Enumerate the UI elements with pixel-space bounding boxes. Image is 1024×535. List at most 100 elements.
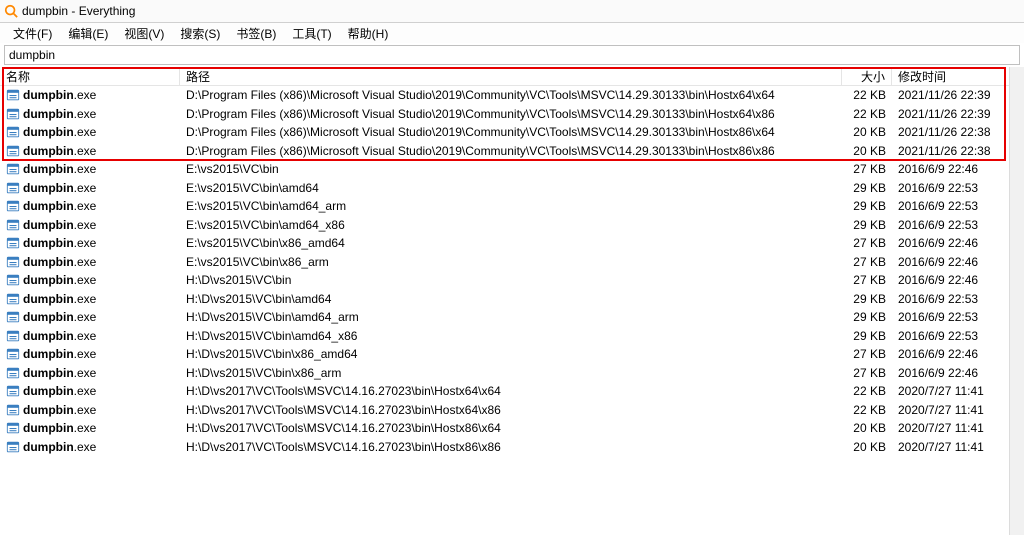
menu-bookmarks[interactable]: 书签(B) <box>229 24 283 43</box>
path-cell: E:\vs2015\VC\bin <box>180 162 842 176</box>
table-row[interactable]: dumpbin.exeE:\vs2015\VC\bin27 KB2016/6/9… <box>0 160 1024 179</box>
table-row[interactable]: dumpbin.exeD:\Program Files (x86)\Micros… <box>0 142 1024 161</box>
path-cell: H:\D\vs2015\VC\bin\x86_amd64 <box>180 347 842 361</box>
size-cell: 20 KB <box>842 144 892 158</box>
table-row[interactable]: dumpbin.exeE:\vs2015\VC\bin\x86_arm27 KB… <box>0 253 1024 272</box>
file-name-cell[interactable]: dumpbin.exe <box>0 292 180 306</box>
size-cell: 27 KB <box>842 236 892 250</box>
column-header-name[interactable]: 名称 <box>0 68 180 85</box>
exe-file-icon <box>6 403 20 417</box>
file-name-match: dumpbin <box>23 144 74 158</box>
date-cell: 2016/6/9 22:53 <box>892 292 1024 306</box>
table-row[interactable]: dumpbin.exeD:\Program Files (x86)\Micros… <box>0 123 1024 142</box>
file-name-match: dumpbin <box>23 125 74 139</box>
exe-file-icon <box>6 107 20 121</box>
file-name-cell[interactable]: dumpbin.exe <box>0 403 180 417</box>
table-row[interactable]: dumpbin.exeE:\vs2015\VC\bin\amd64_x8629 … <box>0 216 1024 235</box>
file-name-cell[interactable]: dumpbin.exe <box>0 366 180 380</box>
exe-file-icon <box>6 125 20 139</box>
exe-file-icon <box>6 218 20 232</box>
file-name-ext: .exe <box>74 236 97 250</box>
table-row[interactable]: dumpbin.exeE:\vs2015\VC\bin\x86_amd6427 … <box>0 234 1024 253</box>
file-name-cell[interactable]: dumpbin.exe <box>0 88 180 102</box>
vertical-scrollbar[interactable] <box>1009 67 1024 535</box>
table-row[interactable]: dumpbin.exeH:\D\vs2015\VC\bin\amd64_arm2… <box>0 308 1024 327</box>
file-name-match: dumpbin <box>23 255 74 269</box>
file-name-cell[interactable]: dumpbin.exe <box>0 384 180 398</box>
file-name-match: dumpbin <box>23 366 74 380</box>
column-header-date[interactable]: 修改时间 <box>892 68 1024 85</box>
file-name-cell[interactable]: dumpbin.exe <box>0 144 180 158</box>
file-name-cell[interactable]: dumpbin.exe <box>0 255 180 269</box>
path-cell: H:\D\vs2015\VC\bin\amd64 <box>180 292 842 306</box>
menu-file[interactable]: 文件(F) <box>6 24 59 43</box>
column-header-path[interactable]: 路径 <box>180 68 842 85</box>
table-row[interactable]: dumpbin.exeE:\vs2015\VC\bin\amd6429 KB20… <box>0 179 1024 198</box>
date-cell: 2021/11/26 22:38 <box>892 125 1024 139</box>
table-row[interactable]: dumpbin.exeH:\D\vs2015\VC\bin\x86_amd642… <box>0 345 1024 364</box>
file-name-match: dumpbin <box>23 236 74 250</box>
size-cell: 27 KB <box>842 366 892 380</box>
file-name-cell[interactable]: dumpbin.exe <box>0 125 180 139</box>
file-name-cell[interactable]: dumpbin.exe <box>0 273 180 287</box>
column-header-size[interactable]: 大小 <box>842 68 892 85</box>
menu-search[interactable]: 搜索(S) <box>173 24 227 43</box>
menu-tools[interactable]: 工具(T) <box>285 24 338 43</box>
size-cell: 29 KB <box>842 181 892 195</box>
file-name-ext: .exe <box>74 347 97 361</box>
date-cell: 2016/6/9 22:53 <box>892 181 1024 195</box>
exe-file-icon <box>6 199 20 213</box>
file-name-cell[interactable]: dumpbin.exe <box>0 329 180 343</box>
file-name-ext: .exe <box>74 384 97 398</box>
table-row[interactable]: dumpbin.exeH:\D\vs2015\VC\bin\amd6429 KB… <box>0 290 1024 309</box>
size-cell: 29 KB <box>842 329 892 343</box>
table-row[interactable]: dumpbin.exeH:\D\vs2015\VC\bin27 KB2016/6… <box>0 271 1024 290</box>
search-box[interactable] <box>4 45 1020 65</box>
table-row[interactable]: dumpbin.exeH:\D\vs2017\VC\Tools\MSVC\14.… <box>0 382 1024 401</box>
menu-edit[interactable]: 编辑(E) <box>61 24 115 43</box>
titlebar: dumpbin - Everything <box>0 0 1024 23</box>
file-name-match: dumpbin <box>23 384 74 398</box>
table-row[interactable]: dumpbin.exeH:\D\vs2017\VC\Tools\MSVC\14.… <box>0 401 1024 420</box>
file-name-cell[interactable]: dumpbin.exe <box>0 107 180 121</box>
size-cell: 27 KB <box>842 347 892 361</box>
date-cell: 2016/6/9 22:53 <box>892 329 1024 343</box>
path-cell: D:\Program Files (x86)\Microsoft Visual … <box>180 107 842 121</box>
file-name-cell[interactable]: dumpbin.exe <box>0 218 180 232</box>
search-input[interactable] <box>5 47 1019 63</box>
file-name-cell[interactable]: dumpbin.exe <box>0 347 180 361</box>
table-row[interactable]: dumpbin.exeE:\vs2015\VC\bin\amd64_arm29 … <box>0 197 1024 216</box>
file-name-match: dumpbin <box>23 440 74 454</box>
file-name-cell[interactable]: dumpbin.exe <box>0 310 180 324</box>
file-name-match: dumpbin <box>23 292 74 306</box>
file-name-ext: .exe <box>74 125 97 139</box>
table-row[interactable]: dumpbin.exeH:\D\vs2017\VC\Tools\MSVC\14.… <box>0 419 1024 438</box>
path-cell: H:\D\vs2015\VC\bin\amd64_arm <box>180 310 842 324</box>
path-cell: E:\vs2015\VC\bin\amd64_arm <box>180 199 842 213</box>
exe-file-icon <box>6 181 20 195</box>
window-title: dumpbin - Everything <box>22 4 135 18</box>
file-name-ext: .exe <box>74 162 97 176</box>
table-row[interactable]: dumpbin.exeH:\D\vs2017\VC\Tools\MSVC\14.… <box>0 438 1024 457</box>
table-row[interactable]: dumpbin.exeD:\Program Files (x86)\Micros… <box>0 105 1024 124</box>
path-cell: E:\vs2015\VC\bin\amd64_x86 <box>180 218 842 232</box>
file-name-match: dumpbin <box>23 218 74 232</box>
size-cell: 27 KB <box>842 162 892 176</box>
date-cell: 2021/11/26 22:39 <box>892 107 1024 121</box>
menu-help[interactable]: 帮助(H) <box>341 24 396 43</box>
menu-view[interactable]: 视图(V) <box>117 24 171 43</box>
table-row[interactable]: dumpbin.exeH:\D\vs2015\VC\bin\amd64_x862… <box>0 327 1024 346</box>
file-name-cell[interactable]: dumpbin.exe <box>0 440 180 454</box>
file-name-cell[interactable]: dumpbin.exe <box>0 236 180 250</box>
listview[interactable]: 名称 路径 大小 修改时间 dumpbin.exeD:\Program File… <box>0 67 1024 535</box>
table-row[interactable]: dumpbin.exeD:\Program Files (x86)\Micros… <box>0 86 1024 105</box>
file-name-match: dumpbin <box>23 88 74 102</box>
file-name-cell[interactable]: dumpbin.exe <box>0 162 180 176</box>
file-name-cell[interactable]: dumpbin.exe <box>0 421 180 435</box>
table-row[interactable]: dumpbin.exeH:\D\vs2015\VC\bin\x86_arm27 … <box>0 364 1024 383</box>
menubar: 文件(F) 编辑(E) 视图(V) 搜索(S) 书签(B) 工具(T) 帮助(H… <box>0 23 1024 43</box>
exe-file-icon <box>6 273 20 287</box>
exe-file-icon <box>6 310 20 324</box>
file-name-cell[interactable]: dumpbin.exe <box>0 199 180 213</box>
file-name-cell[interactable]: dumpbin.exe <box>0 181 180 195</box>
